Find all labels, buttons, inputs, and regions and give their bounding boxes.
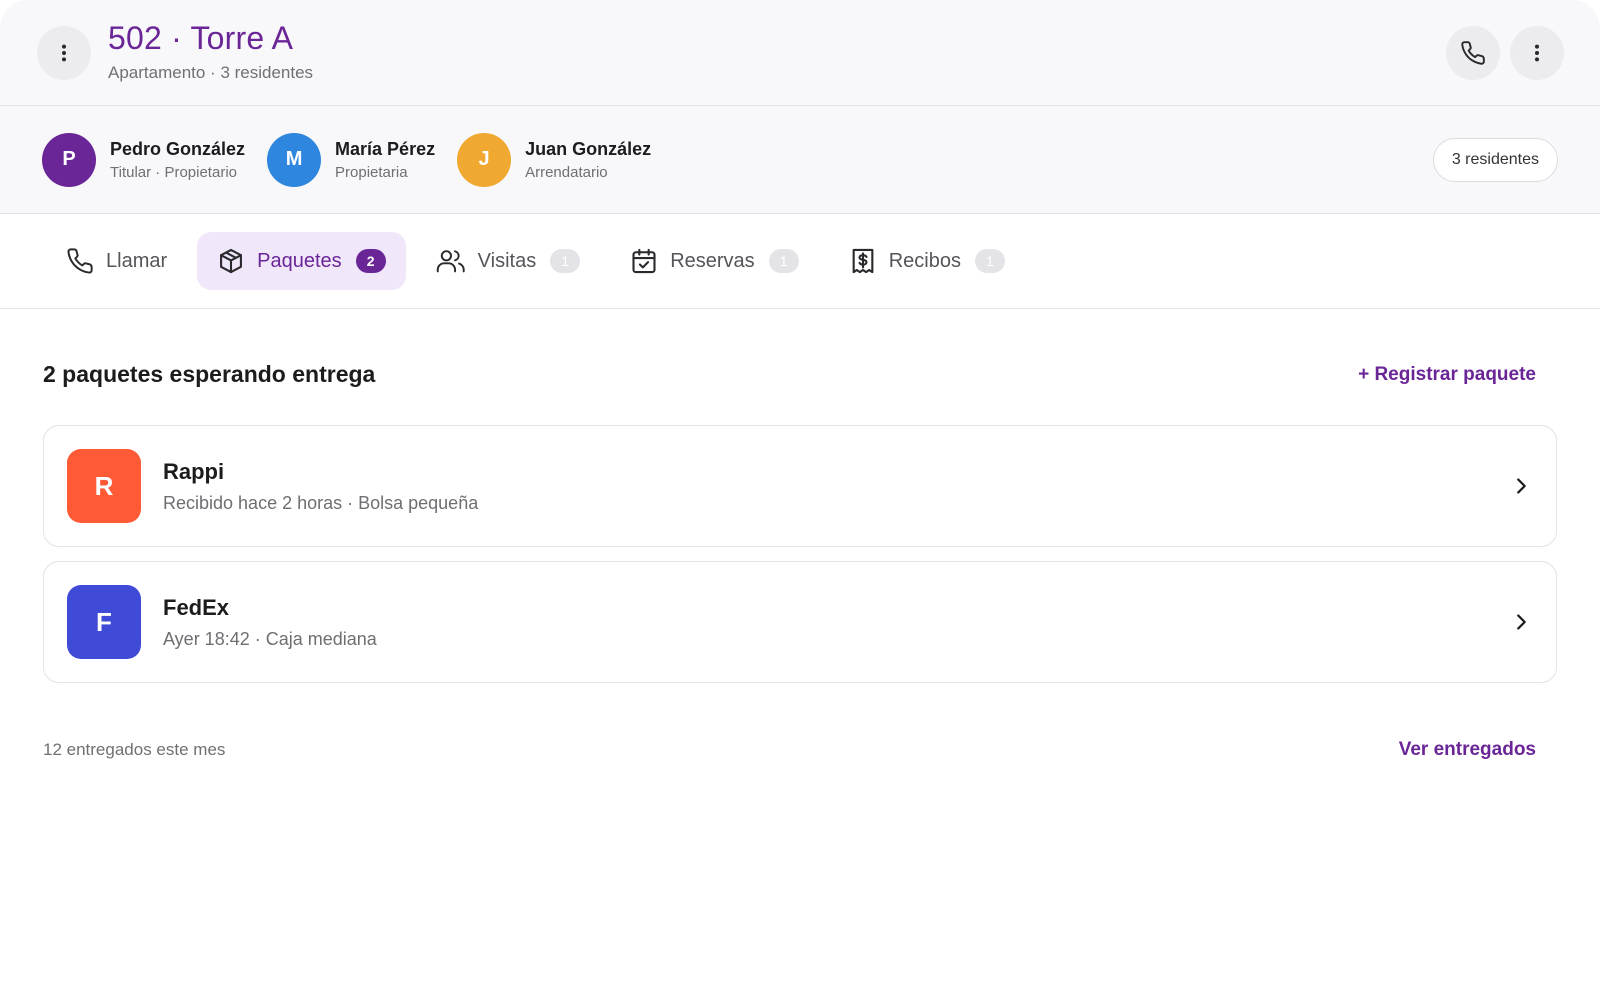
packages-panel: 2 paquetes esperando entrega + Registrar…: [0, 361, 1600, 761]
users-icon: [436, 250, 465, 273]
package-detail: Ayer 18:42 · Caja mediana: [163, 628, 377, 649]
resident-name: Juan González: [525, 138, 652, 159]
more-options-button[interactable]: [1510, 25, 1564, 80]
tab-label: Llamar: [106, 249, 168, 272]
receipt-dollar-icon: [852, 248, 874, 274]
tab-visitas[interactable]: Visitas 1: [416, 232, 601, 290]
avatar: P: [42, 132, 96, 187]
resident-name: Pedro González: [110, 138, 246, 159]
tab-badge: 2: [355, 249, 386, 273]
app-window: 502 · Torre A Apartamento · 3 residentes…: [0, 0, 1600, 1000]
avatar: J: [457, 132, 512, 187]
tab-label: Visitas: [477, 249, 537, 272]
tab-llamar[interactable]: Llamar: [46, 232, 187, 290]
package-card[interactable]: R Rappi Recibido hace 2 horas · Bolsa pe…: [43, 425, 1557, 547]
resident-role: Arrendatario: [525, 163, 608, 181]
more-vertical-icon: [1534, 44, 1540, 61]
carrier-logo: F: [67, 585, 141, 659]
tab-reservas[interactable]: Reservas 1: [610, 232, 818, 290]
unit-title-block: 502 · Torre A Apartamento · 3 residentes: [108, 19, 313, 83]
phone-icon: [67, 248, 93, 274]
package-icon: [220, 248, 243, 274]
package-list: R Rappi Recibido hace 2 horas · Bolsa pe…: [43, 425, 1557, 683]
resident-role: Titular · Propietario: [110, 163, 237, 181]
resident-item[interactable]: M María Pérez Propietaria: [267, 132, 436, 187]
chevron-right-icon: [1517, 478, 1526, 494]
chevron-right-icon: [1517, 614, 1526, 630]
avatar: M: [267, 132, 322, 187]
carrier-name: Rappi: [163, 458, 225, 484]
tab-recibos[interactable]: Recibos 1: [829, 232, 1025, 290]
package-detail: Recibido hace 2 horas · Bolsa pequeña: [163, 492, 479, 513]
tab-paquetes[interactable]: Paquetes 2: [197, 232, 406, 290]
tab-badge: 1: [550, 249, 581, 273]
view-delivered-link[interactable]: Ver entregados: [1399, 739, 1536, 761]
residents-count-button[interactable]: 3 residentes: [1432, 137, 1558, 182]
package-card[interactable]: F FedEx Ayer 18:42 · Caja mediana: [43, 561, 1557, 683]
resident-item[interactable]: P Pedro González Titular · Propietario: [42, 132, 246, 187]
resident-role: Propietaria: [335, 163, 408, 181]
tab-label: Paquetes: [257, 249, 342, 272]
resident-name: María Pérez: [335, 138, 436, 159]
residents-bar: P Pedro González Titular · Propietario M…: [0, 106, 1600, 214]
phone-icon: [1461, 40, 1485, 65]
more-vertical-icon: [61, 44, 67, 61]
carrier-name: FedEx: [163, 594, 230, 620]
delivered-count-note: 12 entregados este mes: [43, 740, 226, 759]
unit-subtitle: Apartamento · 3 residentes: [108, 62, 314, 82]
tab-badge: 1: [768, 249, 799, 273]
calendar-check-icon: [632, 248, 656, 274]
section-title: 2 paquetes esperando entrega: [43, 361, 376, 387]
call-button[interactable]: [1446, 25, 1500, 80]
unit-header: 502 · Torre A Apartamento · 3 residentes: [0, 0, 1600, 106]
tab-badge: 1: [974, 249, 1005, 273]
page-title: 502 · Torre A: [108, 19, 294, 56]
tab-label: Reservas: [670, 249, 755, 272]
register-package-link[interactable]: + Registrar paquete: [1358, 364, 1536, 386]
menu-button[interactable]: [37, 25, 91, 80]
tab-label: Recibos: [888, 249, 961, 272]
carrier-logo: R: [67, 449, 141, 523]
resident-item[interactable]: J Juan González Arrendatario: [457, 132, 652, 187]
tab-bar: Llamar Paquetes 2 Visitas 1 Reservas 1 R…: [0, 214, 1600, 309]
